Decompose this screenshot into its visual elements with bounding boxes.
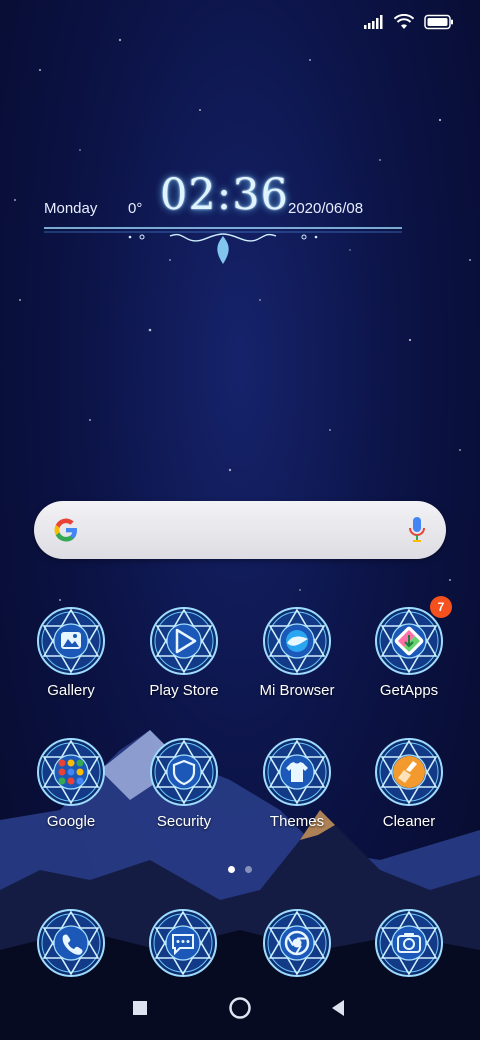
- temperature-label: 0°: [128, 200, 143, 217]
- navigation-bar: [0, 978, 480, 1040]
- status-bar: [364, 8, 454, 36]
- page-dot-active[interactable]: [228, 866, 235, 873]
- gallery-icon: [36, 606, 106, 676]
- home-button[interactable]: [220, 988, 260, 1028]
- camera-icon: [374, 908, 444, 978]
- browser-icon: [262, 606, 332, 676]
- app-label: Cleaner: [382, 813, 436, 830]
- app-label: GetApps: [379, 682, 439, 699]
- ornament-divider: [44, 227, 402, 264]
- recents-button[interactable]: [120, 988, 160, 1028]
- broom-icon: [374, 737, 444, 807]
- notification-badge: 7: [430, 596, 452, 618]
- app-label: Google: [46, 813, 96, 830]
- app-cleaner[interactable]: Cleaner: [354, 737, 464, 830]
- app-label: Gallery: [47, 682, 95, 699]
- signal-icon: [364, 15, 383, 29]
- phone-icon: [36, 908, 106, 978]
- app-gallery[interactable]: Gallery: [16, 606, 126, 699]
- play-store-icon: [149, 606, 219, 676]
- back-button[interactable]: [318, 988, 358, 1028]
- dock-phone[interactable]: [36, 908, 106, 978]
- messages-icon: [148, 908, 218, 978]
- shield-icon: [149, 737, 219, 807]
- app-security[interactable]: Security: [129, 737, 239, 830]
- clock-time: 02:36: [160, 170, 289, 220]
- app-play-store[interactable]: Play Store: [129, 606, 239, 699]
- wifi-icon: [394, 14, 414, 29]
- google-logo-icon: [54, 518, 77, 542]
- app-label: Themes: [269, 813, 325, 830]
- date-label: 2020/06/08: [288, 200, 364, 217]
- app-label: Security: [156, 813, 212, 830]
- google-search-bar[interactable]: [34, 501, 446, 559]
- day-label: Monday: [44, 200, 98, 217]
- app-label: Mi Browser: [259, 682, 335, 699]
- app-getapps[interactable]: 7 GetApps: [354, 596, 464, 699]
- app-google-folder[interactable]: Google: [16, 737, 126, 830]
- app-mi-browser[interactable]: Mi Browser: [242, 606, 352, 699]
- circle-icon: [229, 997, 251, 1019]
- clock-widget[interactable]: Monday 0° 02:36 2020/06/08: [42, 168, 404, 278]
- chrome-icon: [262, 908, 332, 978]
- dock-messages[interactable]: [148, 908, 218, 978]
- back-triangle-icon: [332, 1000, 344, 1016]
- page-dot[interactable]: [245, 866, 252, 873]
- google-folder-icon: [36, 737, 106, 807]
- microphone-icon[interactable]: [408, 516, 426, 544]
- battery-icon: [424, 14, 453, 30]
- app-themes[interactable]: Themes: [242, 737, 352, 830]
- square-icon: [133, 1001, 147, 1015]
- tshirt-icon: [262, 737, 332, 807]
- page-indicator: [0, 866, 480, 873]
- app-label: Play Store: [149, 682, 219, 699]
- getapps-icon: [374, 606, 444, 676]
- dock-chrome[interactable]: [262, 908, 332, 978]
- dock-camera[interactable]: [374, 908, 444, 978]
